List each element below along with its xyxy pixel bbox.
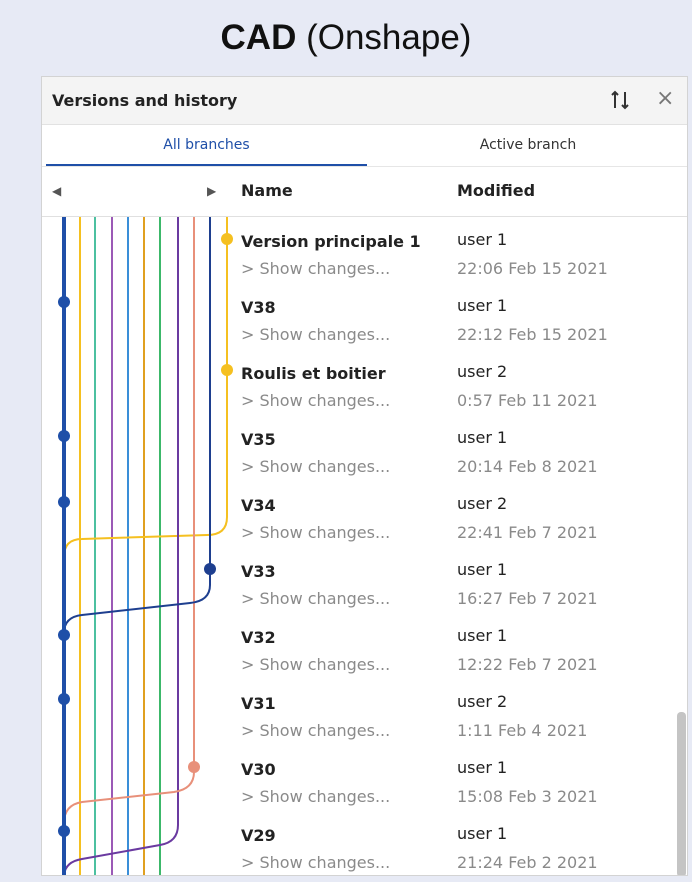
figure-caption: CAD (Onshape) [0,18,692,58]
version-user: user 1 [457,428,508,447]
version-row[interactable]: V38 > Show changes... user 1 22:12 Feb 1… [42,283,672,349]
caption-bold: CAD [220,18,297,57]
version-row[interactable]: V31 > Show changes... user 2 1:11 Feb 4 … [42,679,672,745]
show-changes-link[interactable]: > Show changes... [241,325,390,344]
column-header: ◀ ▶ Name Modified [42,167,687,217]
panel-titlebar: Versions and history × [42,77,687,125]
show-changes-link[interactable]: > Show changes... [241,787,390,806]
version-user: user 1 [457,824,508,843]
version-date: 12:22 Feb 7 2021 [457,655,598,674]
version-user: user 2 [457,362,508,381]
version-user: user 1 [457,230,508,249]
version-user: user 1 [457,560,508,579]
versions-panel: Versions and history × All branches Acti… [41,76,688,876]
version-name: V30 [241,760,276,779]
version-name: V33 [241,562,276,581]
version-user: user 2 [457,692,508,711]
tab-all-branches[interactable]: All branches [46,125,367,166]
version-user: user 1 [457,758,508,777]
version-date: 21:24 Feb 2 2021 [457,853,598,872]
show-changes-link[interactable]: > Show changes... [241,457,390,476]
version-row[interactable]: V35 > Show changes... user 1 20:14 Feb 8… [42,415,672,481]
version-row[interactable]: V29 > Show changes... user 1 21:24 Feb 2… [42,811,672,875]
version-name: V38 [241,298,276,317]
version-name: V29 [241,826,276,845]
scrollbar-thumb[interactable] [677,712,686,875]
panel-title: Versions and history [52,91,238,110]
show-changes-link[interactable]: > Show changes... [241,655,390,674]
version-row[interactable]: V32 > Show changes... user 1 12:22 Feb 7… [42,613,672,679]
show-changes-link[interactable]: > Show changes... [241,853,390,872]
version-name: V35 [241,430,276,449]
show-changes-link[interactable]: > Show changes... [241,721,390,740]
version-date: 0:57 Feb 11 2021 [457,391,598,410]
show-changes-link[interactable]: > Show changes... [241,391,390,410]
version-row[interactable]: V30 > Show changes... user 1 15:08 Feb 3… [42,745,672,811]
show-changes-link[interactable]: > Show changes... [241,523,390,542]
caption-rest: (Onshape) [296,18,472,57]
version-row[interactable]: V34 > Show changes... user 2 22:41 Feb 7… [42,481,672,547]
tab-active-branch[interactable]: Active branch [367,125,687,166]
version-user: user 1 [457,296,508,315]
version-date: 16:27 Feb 7 2021 [457,589,598,608]
version-row[interactable]: V33 > Show changes... user 1 16:27 Feb 7… [42,547,672,613]
version-user: user 2 [457,494,508,513]
version-date: 22:12 Feb 15 2021 [457,325,608,344]
version-row[interactable]: Version principale 1 > Show changes... u… [42,217,672,283]
version-date: 22:06 Feb 15 2021 [457,259,608,278]
modified-column-header[interactable]: Modified [457,181,535,200]
version-row[interactable]: Roulis et boitier > Show changes... user… [42,349,672,415]
version-name: Version principale 1 [241,232,421,251]
version-date: 1:11 Feb 4 2021 [457,721,588,740]
version-user: user 1 [457,626,508,645]
show-changes-link[interactable]: > Show changes... [241,589,390,608]
version-date: 20:14 Feb 8 2021 [457,457,598,476]
scroll-left-arrow-icon[interactable]: ◀ [52,184,61,198]
version-name: Roulis et boitier [241,364,386,383]
branch-tabs: All branches Active branch [42,125,687,167]
compare-branches-icon[interactable] [609,89,631,111]
close-icon[interactable]: × [656,87,674,111]
version-name: V32 [241,628,276,647]
scroll-right-arrow-icon[interactable]: ▶ [207,184,216,198]
version-date: 15:08 Feb 3 2021 [457,787,598,806]
version-name: V34 [241,496,276,515]
version-date: 22:41 Feb 7 2021 [457,523,598,542]
name-column-header[interactable]: Name [241,181,293,200]
show-changes-link[interactable]: > Show changes... [241,259,390,278]
version-name: V31 [241,694,276,713]
